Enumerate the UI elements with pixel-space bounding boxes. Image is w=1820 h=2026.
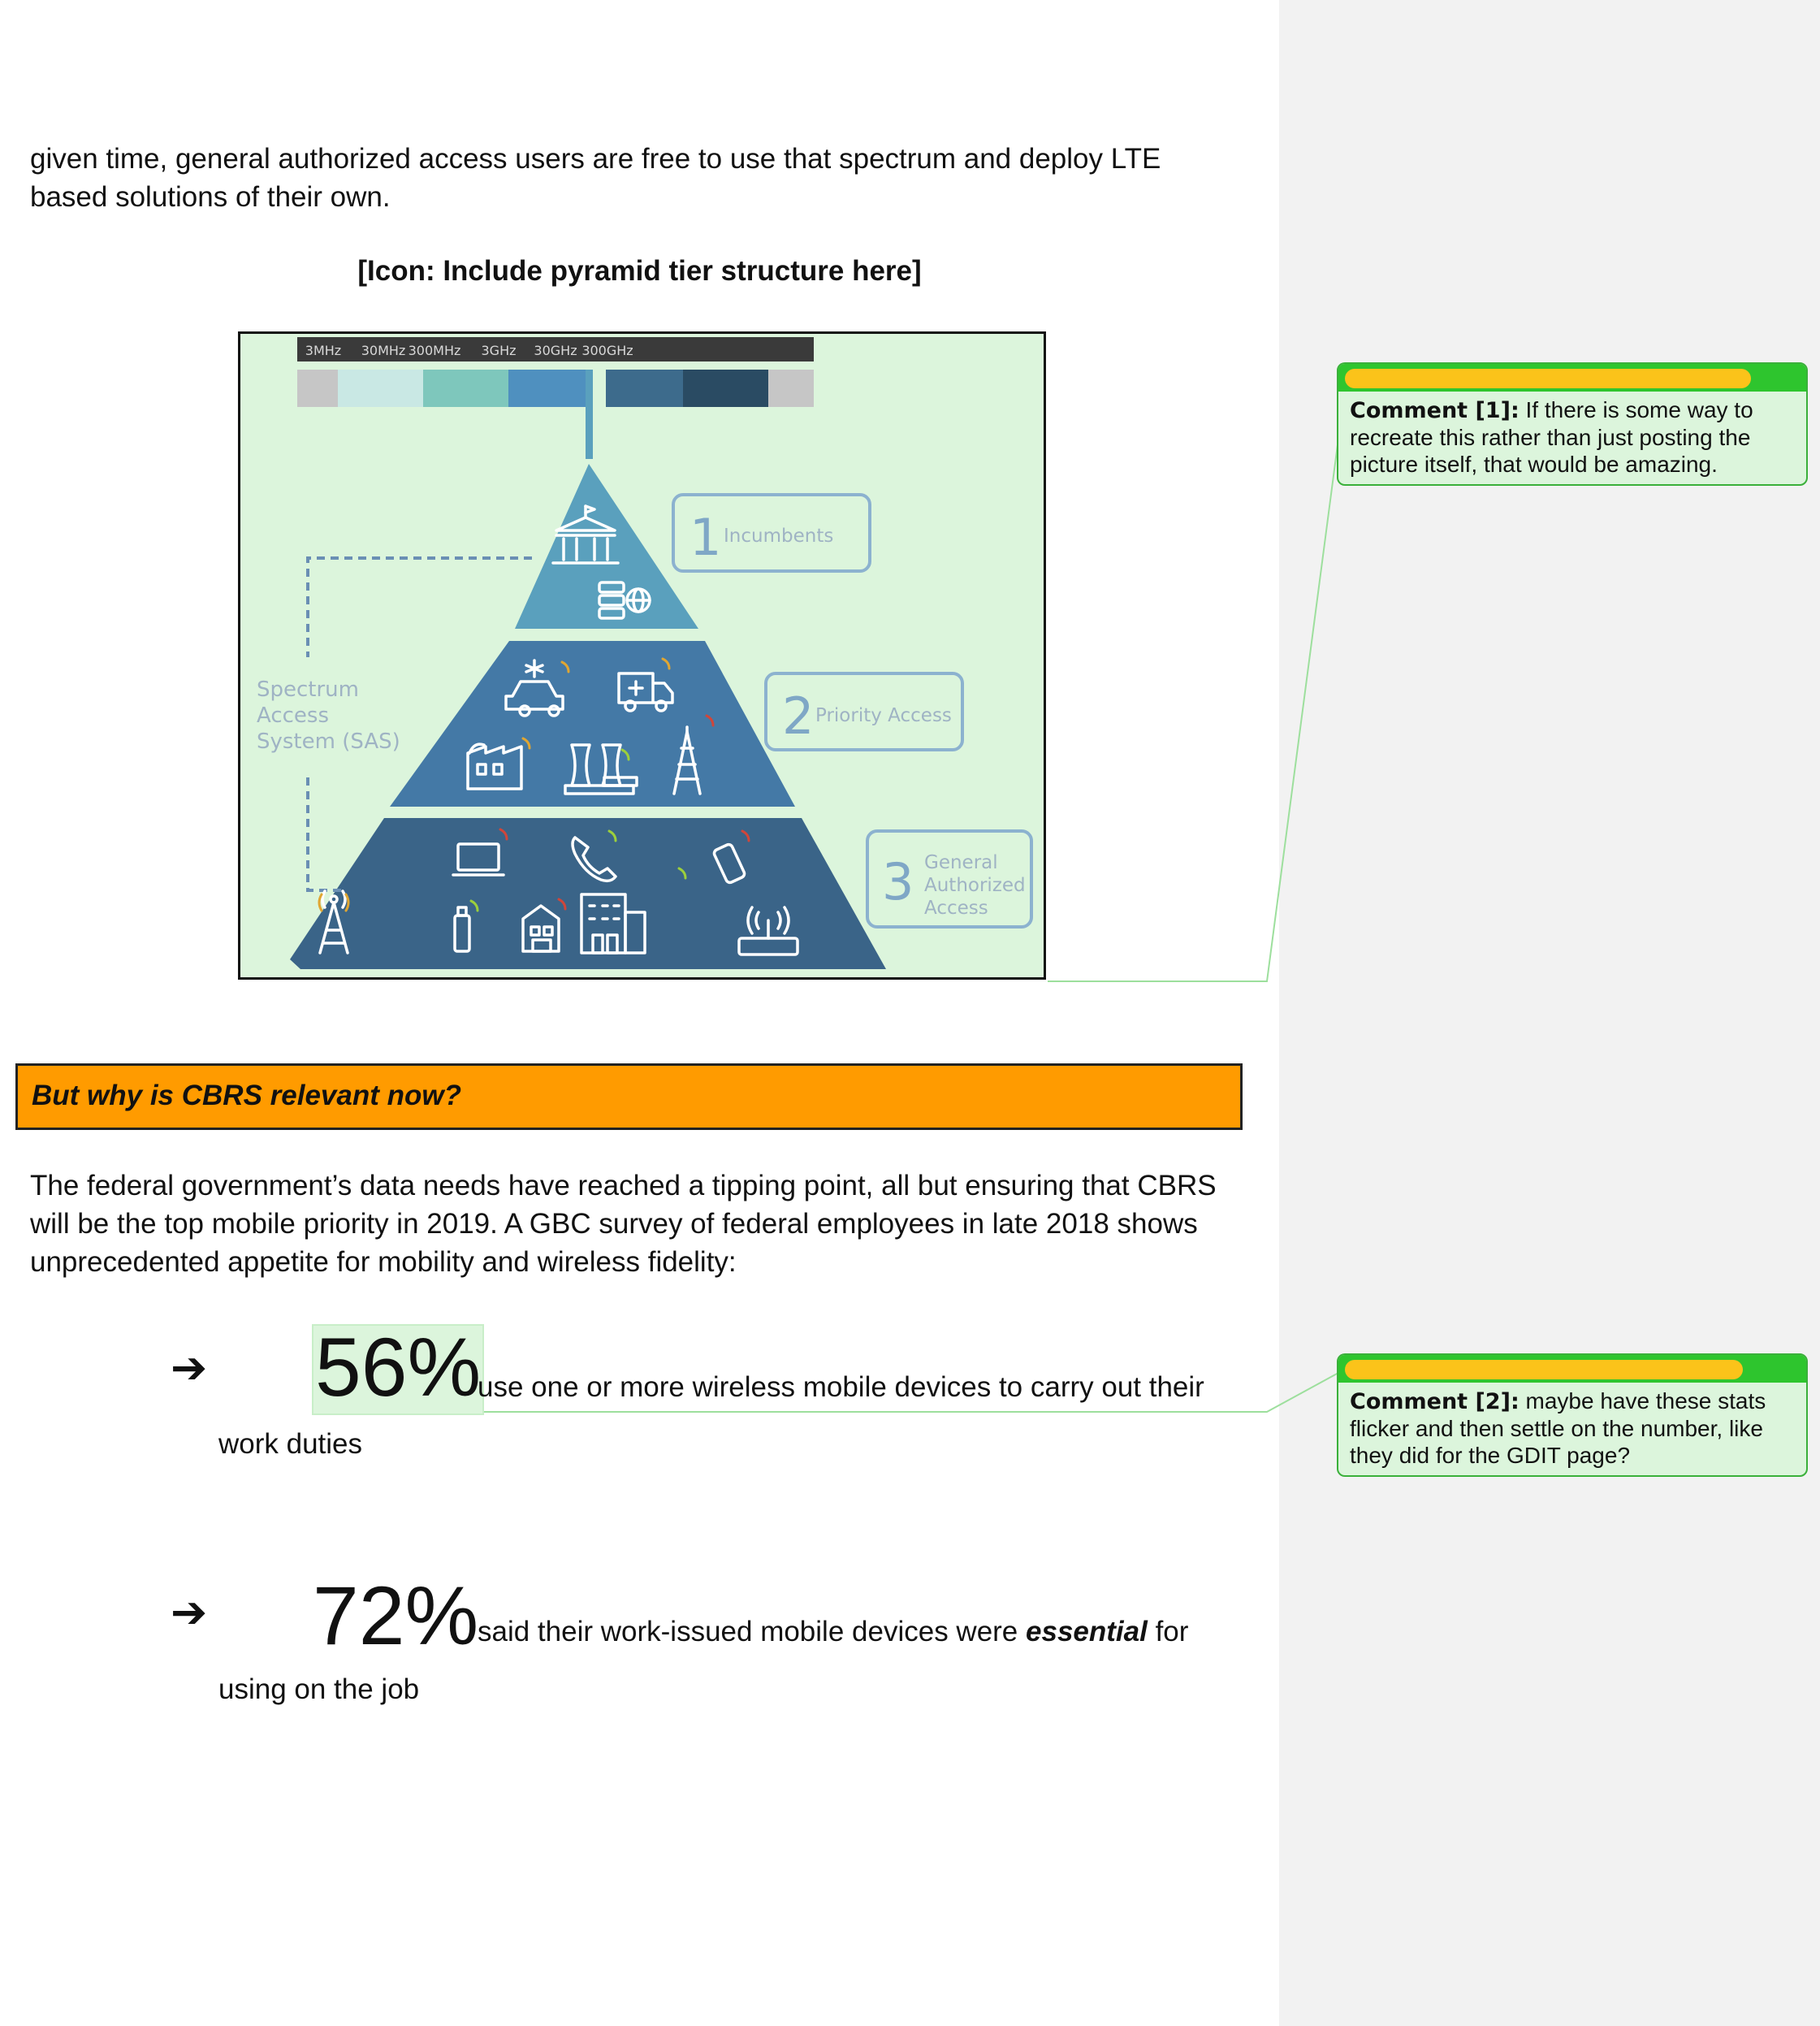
stat-72-continuation: using on the job [218,1673,420,1705]
frequency-label: 30GHz [534,343,577,358]
paragraph-1-line-2: based solutions of their own. [30,181,391,213]
comment-2-line-2: flicker and then settle on the number, l… [1350,1416,1763,1441]
sas-label-line: Spectrum [257,677,359,702]
paragraph-2-line-1: The federal government’s data needs have… [30,1170,1217,1201]
tier-number: 1 [690,508,721,567]
arrow-bullet-icon: ➔ [171,1342,208,1393]
frequency-label: 300MHz [409,343,461,358]
tier-label-line: General [924,852,998,873]
sas-label-line: System (SAS) [257,729,400,754]
comment-1-body: Comment [1]: If there is some way to rec… [1338,392,1806,483]
tier-number: 2 [782,686,814,746]
icon-placeholder-caption: [Icon: Include pyramid tier structure he… [357,255,922,287]
comment-1-header [1338,364,1806,392]
sas-dashed-line-lower [306,777,341,892]
sas-label-line: Access [257,703,329,728]
paragraph-2-line-3: unprecedented appetite for mobility and … [30,1246,737,1278]
arrow-bullet-icon: ➔ [171,1587,208,1638]
pyramid-tier-figure: 3MHz 30MHz 300MHz 3GHz 30GHz 300GHz Spectrum A… [238,331,1046,980]
stat-72-text-before: said their work-issued mobile devices we… [478,1616,1018,1647]
comment-2-line-1: maybe have these stats [1525,1388,1766,1413]
signal-accent [318,893,323,912]
comment-1-line-2: recreate this rather than just posting t… [1350,425,1751,450]
sas-dashed-line [306,556,532,657]
stat-72-emphasis: essential [1026,1616,1148,1647]
spectrum-blocks [297,370,814,407]
spectrum-block [338,370,423,407]
spectrum-block [297,370,338,407]
stat-72-text: said their work-issued mobile devices we… [478,1616,1188,1648]
spectrum-block [423,370,508,407]
spectrum-block [606,370,683,407]
comment-margin [1279,0,1820,2026]
spectrum-stem [586,370,593,459]
frequency-label: 3GHz [481,343,516,358]
frequency-label: 3MHz [305,343,341,358]
tier-2-priority-access-shape [390,641,795,807]
comment-2-header [1338,1355,1806,1383]
comment-1[interactable]: Comment [1]: If there is some way to rec… [1337,362,1808,486]
comment-1-line-1: If there is some way to [1525,397,1753,422]
comment-1-author-pill [1345,369,1751,388]
stat-56-text: use one or more wireless mobile devices … [478,1371,1204,1403]
stat-72-text-after: for [1155,1616,1189,1647]
spectrum-block [508,370,586,407]
sas-label: SpectrumAccessSystem (SAS) [257,677,400,754]
comment-2-author-pill [1345,1360,1743,1379]
tier-label-line: Access [924,898,988,919]
stat-56-continuation: work duties [218,1428,363,1460]
frequency-label: 300GHz [581,343,633,358]
comment-2-body: Comment [2]: maybe have these stats flic… [1338,1383,1806,1474]
tier-label-line: Authorized [924,875,1026,896]
pyramid-svg: 3MHz 30MHz 300MHz 3GHz 30GHz 300GHz SpectrumA… [257,337,1033,969]
stat-value-56: 56% [312,1324,485,1415]
tier-number: 3 [882,852,914,911]
document-page [0,0,1279,2026]
section-heading-box: But why is CBRS relevant now? [15,1063,1243,1130]
section-heading: But why is CBRS relevant now? [32,1080,461,1111]
paragraph-2-line-2: will be the top mobile priority in 2019.… [30,1208,1198,1240]
spectrum-block [683,370,768,407]
comment-1-label: Comment [1]: [1350,398,1520,423]
comment-2-line-3: they did for the GDIT page? [1350,1443,1631,1468]
stat-value-72: 72% [313,1569,479,1662]
tier-label-line: Priority Access [815,705,952,726]
spectrum-block [768,370,814,407]
frequency-label: 30MHz [361,343,406,358]
comment-1-line-3: picture itself, that would be amazing. [1350,452,1718,477]
comment-2[interactable]: Comment [2]: maybe have these stats flic… [1337,1353,1808,1477]
paragraph-1-line-1: given time, general authorized access us… [30,143,1161,175]
tier-label-line: Incumbents [724,526,833,547]
comment-2-label: Comment [2]: [1350,1389,1520,1414]
